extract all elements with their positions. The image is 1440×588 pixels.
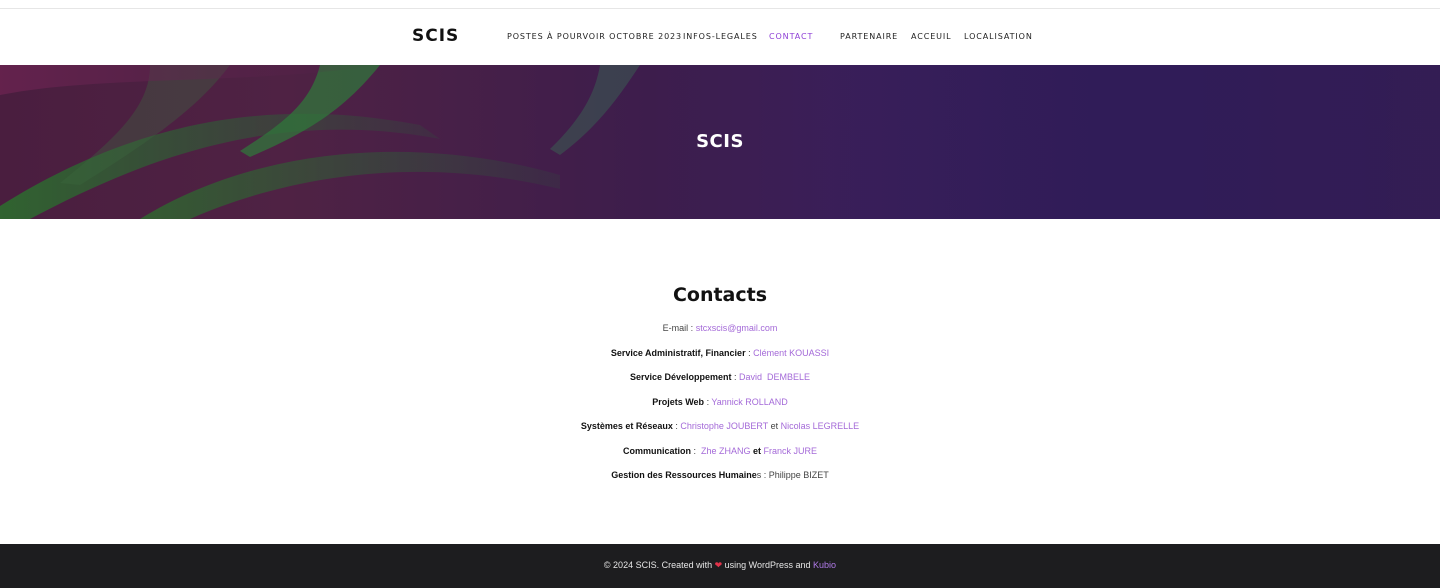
comm-name2-link[interactable]: Franck JURE [764,446,818,456]
web-label: Projets Web [652,396,705,407]
contacts-heading: Contacts [672,284,768,306]
footer-prefix: © 2024 SCIS. Created with [603,560,715,570]
contact-dev-line: Service Développement : David DEMBELE [0,371,1440,396]
sys-name2-link[interactable]: Nicolas LEGRELLE [781,421,860,431]
sys-and: et [768,421,781,431]
nav-item-infos-legales[interactable]: INFOS-LEGALES [683,32,758,41]
sys-name1-link[interactable]: Christophe JOUBERT [680,421,768,431]
email-sep: : [688,323,696,333]
nav-item-partenaire[interactable]: PARTENAIRE [840,32,898,41]
comm-name1-link[interactable]: Zhe ZHANG [701,446,751,456]
contact-email-line: E-mail : stcxscis@gmail.com [0,322,1440,347]
contacts-section: Contacts E-mail : stcxscis@gmail.com Ser… [0,284,1440,494]
comm-sep: : [690,445,701,456]
admin-sep: : [745,347,754,358]
site-header: SCIS POSTES À POURVOIR OCTOBRE 2023 INFO… [0,9,1440,65]
admin-label: Service Administratif, Financier [610,347,746,358]
hero-banner: SCIS [0,65,1440,219]
kubio-link[interactable]: Kubio [813,560,836,570]
contact-admin-line: Service Administratif, Financier : Cléme… [0,347,1440,372]
nav-item-postes[interactable]: POSTES À POURVOIR OCTOBRE 2023 [507,32,682,41]
nav-item-localisation[interactable]: LOCALISATION [964,32,1033,41]
footer-text: © 2024 SCIS. Created with ❤ using WordPr… [604,560,836,571]
web-name-link[interactable]: Yannick ROLLAND [711,397,787,407]
site-logo[interactable]: SCIS [412,26,459,46]
contact-comm-line: Communication : Zhe ZHANG et Franck JURE [0,445,1440,470]
comm-and: et [750,445,764,456]
rh-label: Gestion des Ressources Humaine [611,470,757,480]
nav-item-contact[interactable]: CONTACT [769,32,813,41]
contact-rh-line: Gestion des Ressources Humaines : Philip… [0,469,1440,494]
sys-label: Systèmes et Réseaux [580,421,673,431]
comm-label: Communication [622,445,691,456]
rh-suffix: s : Philippe BIZET [756,470,829,480]
footer-middle: using WordPress and [722,560,814,570]
contact-sys-line: Systèmes et Réseaux : Christophe JOUBERT… [0,420,1440,445]
site-footer: © 2024 SCIS. Created with ❤ using WordPr… [0,544,1440,588]
admin-name-link[interactable]: Clément KOUASSI [753,348,829,358]
nav-item-acceuil[interactable]: ACCEUIL [911,32,952,41]
dev-label: Service Développement [629,372,732,382]
dev-sep: : [731,372,740,382]
email-label: E-mail [662,323,689,333]
contact-web-line: Projets Web : Yannick ROLLAND [0,396,1440,421]
email-link[interactable]: stcxscis@gmail.com [696,323,778,333]
dev-name-link[interactable]: David DEMBELE [739,372,810,382]
hero-title: SCIS [696,131,744,152]
